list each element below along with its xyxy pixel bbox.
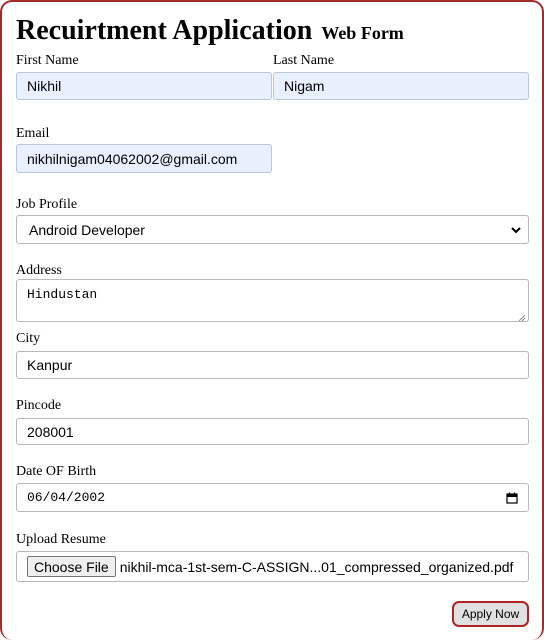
choose-file-button[interactable]: Choose File (27, 556, 116, 577)
calendar-icon[interactable] (506, 492, 518, 504)
resume-label: Upload Resume (16, 532, 106, 547)
first-name-input[interactable]: Nikhil (16, 72, 272, 100)
email-label: Email (16, 126, 50, 141)
dob-input[interactable]: 06/04/2002 (16, 483, 529, 512)
city-value: Kanpur (27, 357, 73, 373)
last-name-input[interactable]: Nigam (273, 72, 529, 100)
address-label: Address (16, 263, 62, 278)
title-main: Recuirtment Application (16, 15, 313, 46)
address-value: Hindustan (27, 287, 98, 302)
job-profile-label: Job Profile (16, 197, 78, 212)
resume-file-input[interactable]: Choose File nikhil-mca-1st-sem-C-ASSIGN.… (16, 551, 529, 582)
resize-grip-icon[interactable] (518, 311, 526, 321)
email-value: nikhilnigam04062002@gmail.com (27, 150, 238, 167)
pincode-input[interactable]: 208001 (16, 418, 529, 445)
last-name-label: Last Name (273, 53, 335, 68)
apply-now-button[interactable]: Apply Now (452, 601, 529, 627)
title-sub: Web Form (321, 23, 404, 43)
job-profile-select[interactable]: Android Developer (16, 215, 529, 244)
email-input[interactable]: nikhilnigam04062002@gmail.com (16, 144, 272, 173)
resume-filename: nikhil-mca-1st-sem-C-ASSIGN...01_compres… (119, 558, 514, 575)
first-name-label: First Name (16, 53, 79, 68)
pincode-value: 208001 (27, 423, 74, 440)
first-name-value: Nikhil (27, 78, 62, 94)
chevron-down-icon (510, 224, 522, 236)
pincode-label: Pincode (16, 398, 62, 413)
job-profile-value: Android Developer (29, 221, 145, 238)
last-name-value: Nigam (284, 78, 325, 94)
city-label: City (16, 331, 41, 346)
dob-value: 06/04/2002 (27, 490, 106, 505)
page-title: Recuirtment Application Web Form (16, 14, 404, 50)
city-input[interactable]: Kanpur (16, 351, 529, 379)
address-textarea[interactable]: Hindustan (16, 279, 529, 322)
dob-label: Date OF Birth (16, 464, 97, 479)
